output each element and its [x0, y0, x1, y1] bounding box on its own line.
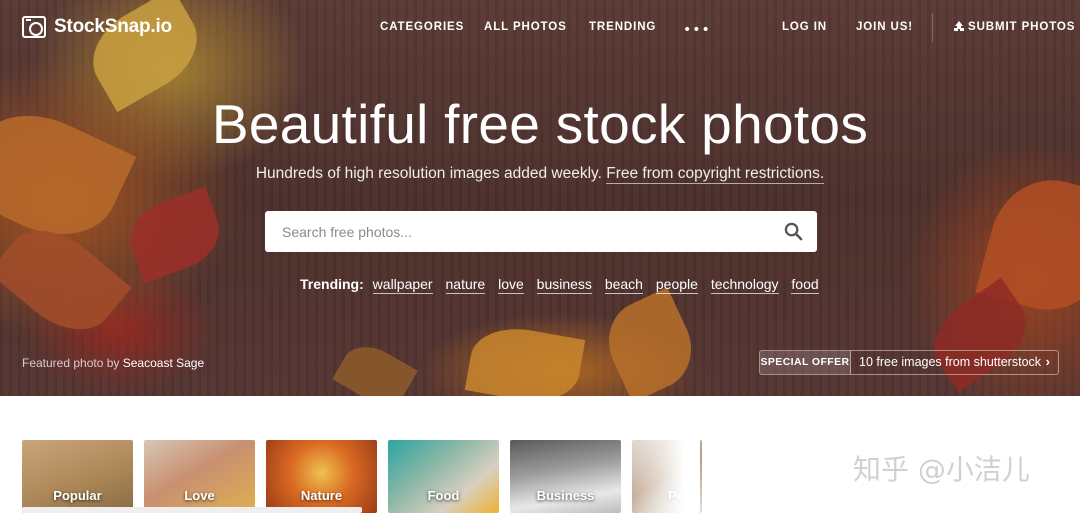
search-icon[interactable]: [784, 222, 803, 241]
search-input[interactable]: [265, 211, 765, 252]
trending-label: Trending:: [300, 276, 364, 292]
more-menu-icon[interactable]: •••: [683, 22, 711, 38]
brand-logo[interactable]: StockSnap.io: [22, 16, 172, 38]
search-bar: [265, 211, 817, 252]
nav-divider: [932, 13, 933, 42]
nav-login[interactable]: LOG IN: [782, 21, 827, 33]
submit-photos-button[interactable]: SUBMIT PHOTOS: [954, 21, 1075, 33]
category-card-nature[interactable]: Nature: [266, 440, 377, 513]
copyright-link[interactable]: Free from copyright restrictions.: [606, 165, 825, 184]
hero-subtitle: Hundreds of high resolution images added…: [0, 165, 1080, 184]
special-offer-badge: SPECIAL OFFER: [760, 351, 851, 374]
special-offer-banner[interactable]: SPECIAL OFFER 10 free images from shutte…: [759, 350, 1059, 375]
trending-tag[interactable]: food: [791, 276, 819, 294]
featured-photo-credit: Featured photo by Seacoast Sage: [22, 356, 204, 370]
nav-all-photos[interactable]: ALL PHOTOS: [484, 21, 567, 33]
upload-icon: [954, 21, 964, 31]
trending-tag[interactable]: love: [498, 276, 524, 294]
category-label: Food: [427, 488, 460, 503]
brand-name: StockSnap.io: [54, 16, 172, 37]
credit-prefix: Featured photo by: [22, 356, 120, 370]
offer-text: 10 free images from shutterstock: [859, 355, 1042, 369]
category-label: Popular: [53, 488, 102, 503]
category-label: Nature: [300, 488, 343, 503]
leaf-decoration: [464, 320, 586, 396]
trending-tag[interactable]: technology: [710, 276, 779, 294]
category-card-food[interactable]: Food: [388, 440, 499, 513]
hero-headline: Beautiful free stock photos: [211, 93, 869, 155]
category-label: Business: [536, 488, 595, 503]
trending-tag[interactable]: business: [536, 276, 592, 294]
trending-tag[interactable]: nature: [445, 276, 486, 294]
credit-author-link[interactable]: Seacoast Sage: [123, 356, 204, 370]
trending-tag[interactable]: beach: [604, 276, 643, 294]
subtitle-text: Hundreds of high resolution images added…: [255, 165, 602, 182]
top-navigation: StockSnap.io CATEGORIES ALL PHOTOS TREND…: [0, 0, 1080, 56]
leaf-decoration: [120, 186, 230, 284]
leaf-decoration: [594, 287, 706, 396]
nav-join[interactable]: JOIN US!: [856, 21, 913, 33]
category-card-business[interactable]: Business: [510, 440, 621, 513]
camera-icon: [22, 16, 46, 38]
trending-tag[interactable]: wallpaper: [372, 276, 433, 294]
category-card-love[interactable]: Love: [144, 440, 255, 513]
hero-banner: [0, 0, 1080, 396]
category-label: Love: [184, 488, 215, 503]
category-card-popular[interactable]: Popular: [22, 440, 133, 513]
chevron-right-icon: ›: [1045, 354, 1050, 369]
carousel-fade: [620, 440, 700, 513]
nav-trending[interactable]: TRENDING: [589, 21, 656, 33]
carousel-scrollbar[interactable]: [22, 507, 362, 513]
trending-tags: Trending: wallpaper nature love business…: [300, 276, 828, 294]
watermark-text: 知乎 @小洁儿: [853, 453, 1030, 486]
submit-photos-label: SUBMIT PHOTOS: [968, 21, 1076, 33]
category-carousel: Popular Love Nature Food Business Pe: [22, 440, 702, 513]
trending-tag[interactable]: people: [655, 276, 698, 294]
leaf-decoration: [332, 335, 418, 396]
nav-categories[interactable]: CATEGORIES: [380, 21, 464, 33]
